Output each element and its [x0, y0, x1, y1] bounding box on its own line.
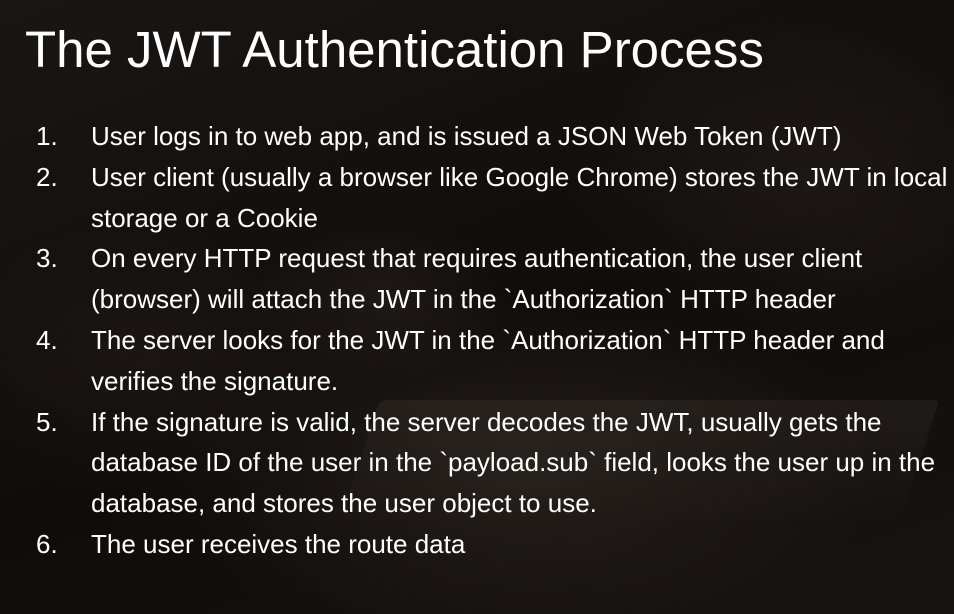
list-item: 1. User logs in to web app, and is issue… [36, 116, 948, 157]
steps-list: 1. User logs in to web app, and is issue… [36, 116, 948, 565]
list-item: 6. The user receives the route data [36, 524, 948, 565]
step-number: 6. [36, 528, 58, 559]
step-text: User logs in to web app, and is issued a… [91, 121, 842, 151]
step-text: The server looks for the JWT in the `Aut… [91, 324, 885, 396]
list-item: 5. If the signature is valid, the server… [36, 402, 948, 524]
step-number: 5. [36, 406, 58, 437]
list-item: 4. The server looks for the JWT in the `… [36, 320, 948, 402]
slide: The JWT Authentication Process 1. User l… [0, 0, 954, 614]
step-text: The user receives the route data [91, 528, 466, 559]
step-number: 3. [36, 243, 58, 274]
step-number: 4. [36, 324, 58, 355]
list-item: 2. User client (usually a browser like G… [36, 157, 948, 239]
step-text: On every HTTP request that requires auth… [91, 243, 863, 315]
slide-title: The JWT Authentication Process [25, 21, 764, 78]
step-text: If the signature is valid, the server de… [91, 406, 936, 519]
step-number: 2. [36, 161, 58, 192]
step-number: 1. [36, 121, 58, 151]
list-item: 3. On every HTTP request that requires a… [36, 238, 948, 320]
step-text: User client (usually a browser like Goog… [91, 161, 948, 233]
